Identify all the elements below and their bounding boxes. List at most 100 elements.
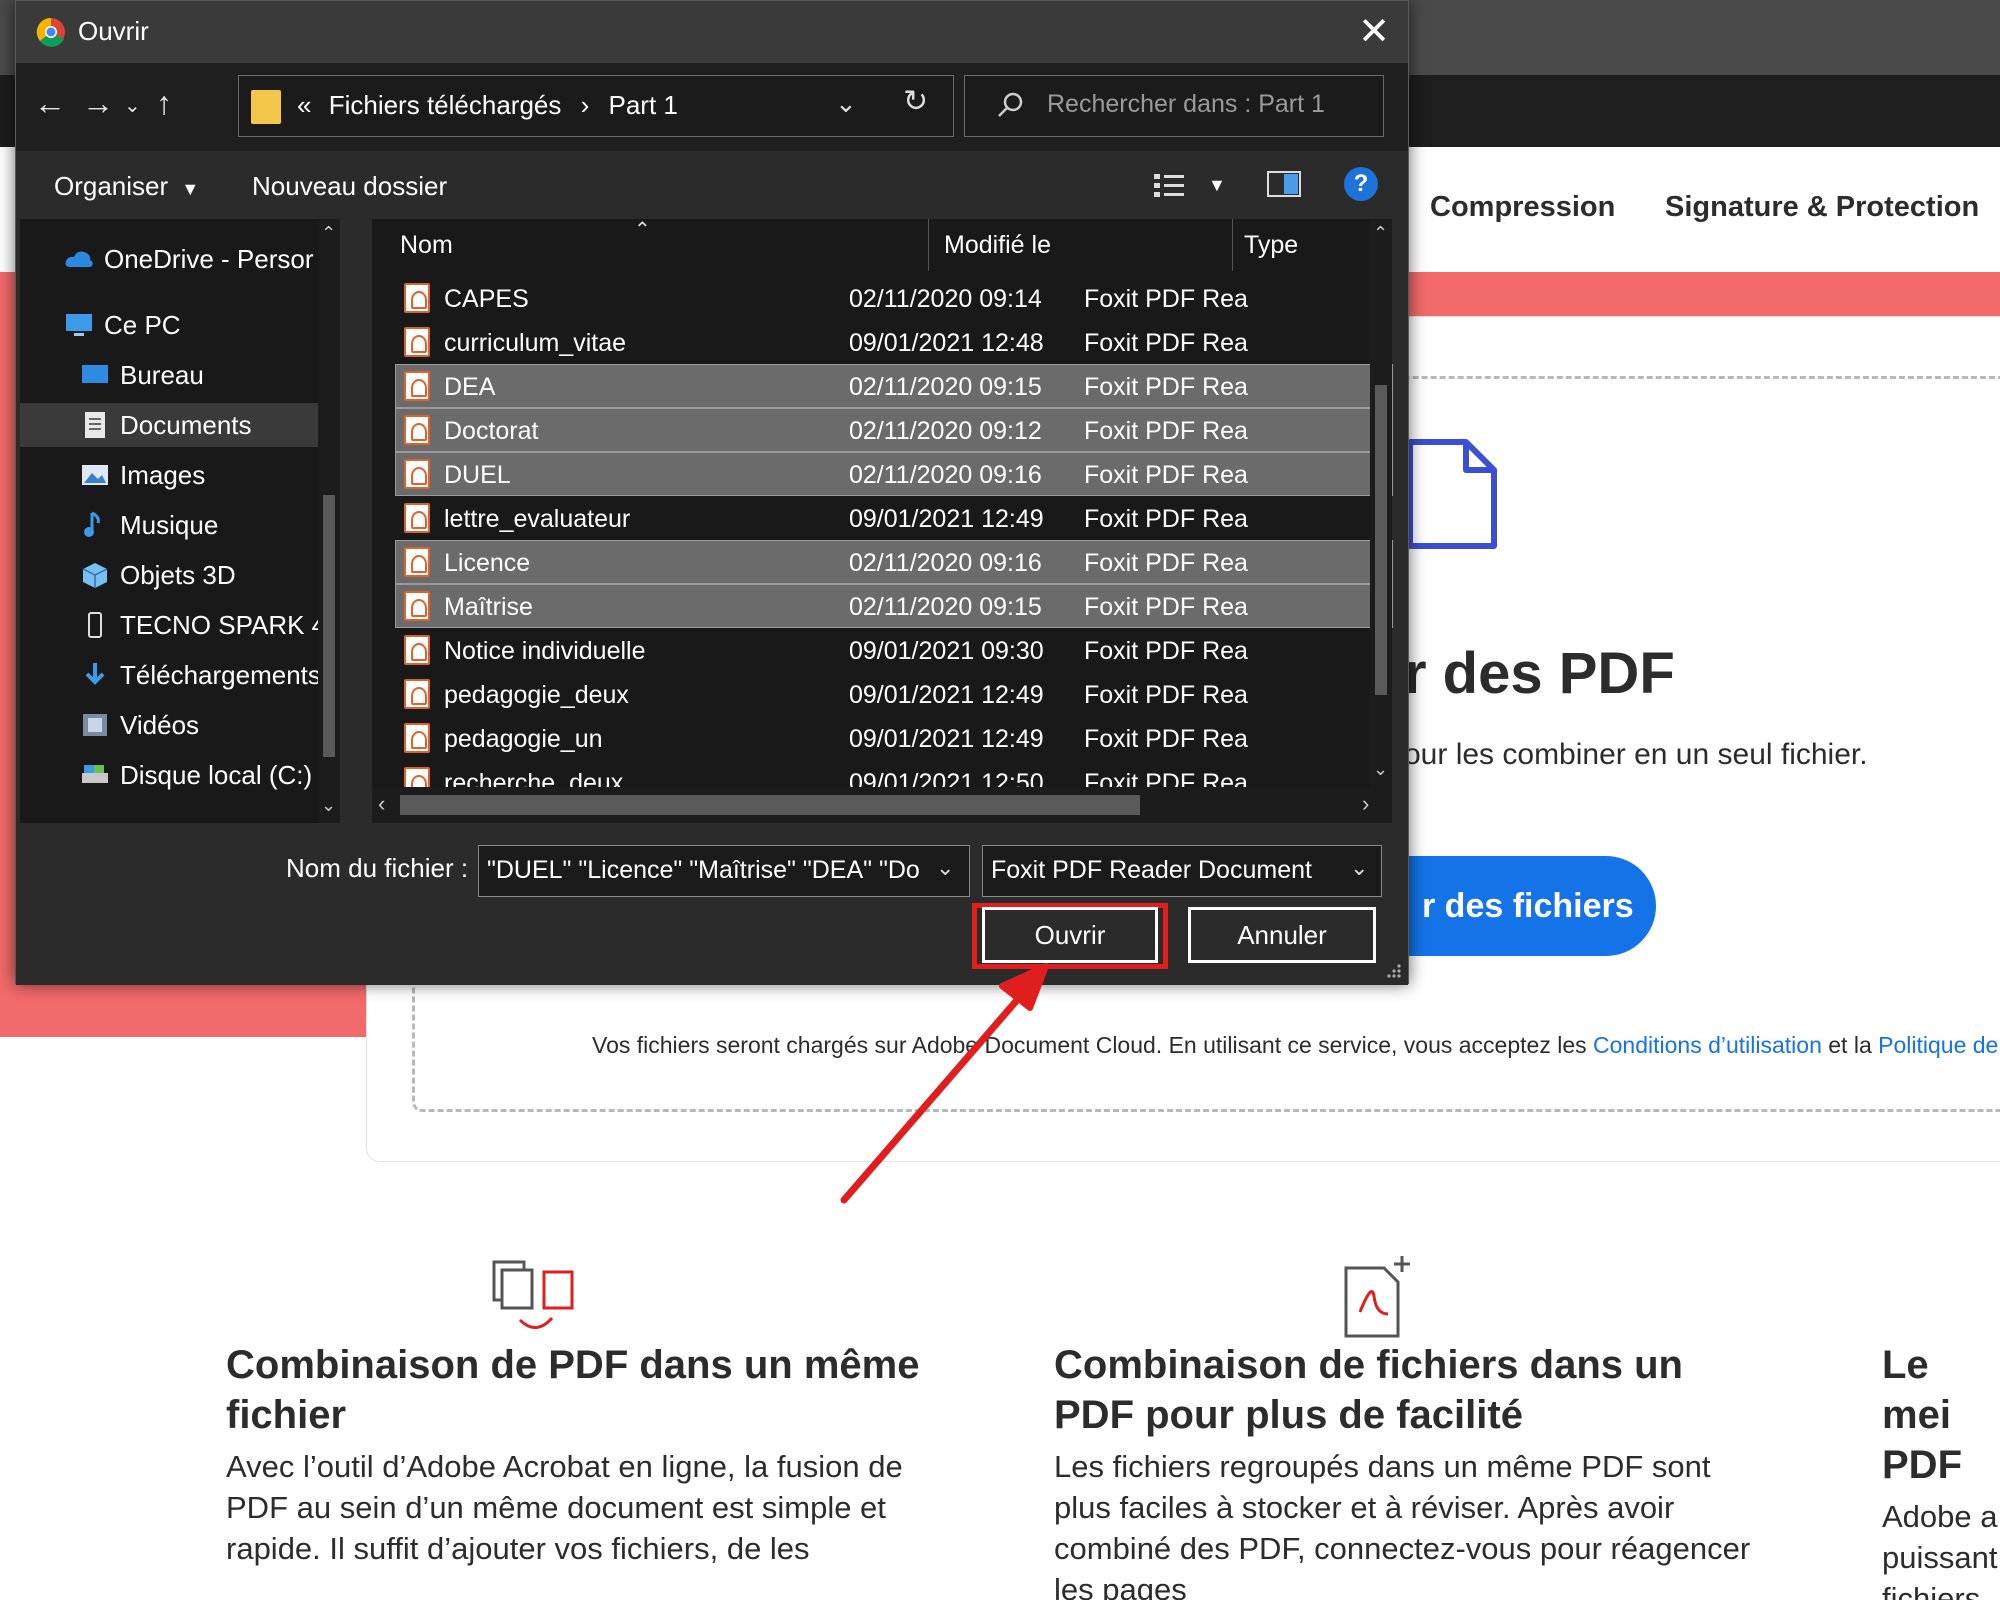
nav-item-music[interactable]: Musique <box>20 503 320 547</box>
nav-item-images[interactable]: Images <box>20 453 320 497</box>
dialog-titlebar[interactable]: Ouvrir ✕ <box>16 1 1408 63</box>
pdf-file-icon <box>404 635 430 665</box>
nav-item-onedrive[interactable]: OneDrive - Persor <box>20 237 320 281</box>
address-dropdown-chevron-icon[interactable]: ⌄ <box>835 88 857 119</box>
recent-locations-chevron-icon[interactable]: ⌄ <box>124 93 141 118</box>
back-arrow-icon[interactable]: ← <box>34 85 66 122</box>
pdf-file-icon <box>404 723 430 753</box>
terms-and: et la <box>1828 1032 1872 1058</box>
pdf-file-icon <box>404 415 430 445</box>
tab-signature-protection[interactable]: Signature & Protection <box>1665 191 1979 224</box>
file-name: Maîtrise <box>444 593 533 621</box>
nav-label: OneDrive - Persor <box>104 244 314 274</box>
file-row[interactable]: DEA 02/11/2020 09:15 Foxit PDF Rea <box>395 364 1393 408</box>
chrome-icon <box>36 17 65 47</box>
scroll-right-icon[interactable]: › <box>1362 791 1369 817</box>
feature-1: Combinaison de PDF dans un même fichier … <box>226 1340 926 1569</box>
up-arrow-icon[interactable]: ↑ <box>156 85 172 122</box>
tab-compression[interactable]: Compression <box>1430 191 1615 224</box>
preview-pane-icon[interactable] <box>1266 169 1302 199</box>
new-folder-button[interactable]: Nouveau dossier <box>252 171 447 202</box>
phone-icon <box>88 612 102 638</box>
file-list-scrollbar[interactable]: ⌃ ⌄ <box>1370 219 1392 787</box>
column-separator[interactable] <box>928 219 929 271</box>
file-type: Foxit PDF Rea <box>1084 417 1248 445</box>
column-header-name[interactable]: Nom <box>400 231 453 260</box>
terms-body: Vos fichiers seront chargés sur Adobe Do… <box>592 1032 1587 1058</box>
filetype-select[interactable]: Foxit PDF Reader Document <box>982 845 1382 897</box>
resize-grip-icon[interactable] <box>1384 961 1402 979</box>
nav-item-tecno-spark[interactable]: TECNO SPARK 4 <box>20 603 320 647</box>
scroll-up-icon[interactable]: ⌃ <box>1373 223 1388 244</box>
help-icon[interactable]: ? <box>1344 167 1378 201</box>
file-list-horizontal-scrollbar[interactable]: ‹ › <box>372 787 1392 823</box>
filetype-chevron-icon[interactable]: ⌄ <box>1350 855 1368 881</box>
forward-arrow-icon[interactable]: → <box>82 85 114 122</box>
organize-menu[interactable]: Organiser ▼ <box>54 171 199 202</box>
file-row[interactable]: CAPES 02/11/2020 09:14 Foxit PDF Rea <box>396 277 1392 319</box>
breadcrumb-downloads[interactable]: Fichiers téléchargés <box>329 90 562 120</box>
privacy-policy-link[interactable]: Politique de co <box>1878 1032 2000 1058</box>
file-name: pedagogie_un <box>444 725 603 753</box>
column-header-modified[interactable]: Modifié le <box>944 231 1051 260</box>
column-separator[interactable] <box>1232 219 1233 271</box>
file-upload-icon <box>1407 439 1497 549</box>
nav-item-local-disk[interactable]: Disque local (C:) <box>20 753 320 797</box>
page-heading: r des PDF <box>1404 641 1675 706</box>
file-row[interactable]: Doctorat 02/11/2020 09:12 Foxit PDF Rea <box>395 408 1393 452</box>
file-row[interactable]: Licence 02/11/2020 09:16 Foxit PDF Rea <box>395 540 1393 584</box>
filename-dropdown-chevron-icon[interactable]: ⌄ <box>936 855 954 881</box>
nav-label: TECNO SPARK 4 <box>120 610 320 640</box>
file-modified: 09/01/2021 12:48 <box>849 329 1044 357</box>
scroll-down-icon[interactable]: ⌄ <box>321 795 336 816</box>
page-subheading: our les combiner en un seul fichier. <box>1404 738 1868 771</box>
file-row[interactable]: curriculum_vitae 09/01/2021 12:48 Foxit PD… <box>396 321 1392 363</box>
column-header-type[interactable]: Type <box>1244 231 1298 260</box>
file-name: curriculum_vitae <box>444 329 627 357</box>
file-modified: 09/01/2021 12:49 <box>849 725 1044 753</box>
pdf-file-icon <box>404 283 430 313</box>
view-dropdown-chevron-icon[interactable]: ▼ <box>1208 175 1226 196</box>
refresh-icon[interactable]: ↻ <box>903 84 928 119</box>
file-row[interactable]: DUEL 02/11/2020 09:16 Foxit PDF Rea <box>395 452 1393 496</box>
file-row[interactable]: pedagogie_un 09/01/2021 12:49 Foxit PDF Re… <box>396 717 1392 759</box>
nav-item-videos[interactable]: Vidéos <box>20 703 320 747</box>
cancel-button[interactable]: Annuler <box>1188 907 1376 963</box>
nav-item-desktop[interactable]: Bureau <box>20 353 320 397</box>
close-icon[interactable]: ✕ <box>1358 9 1390 54</box>
nav-item-3d-objects[interactable]: Objets 3D <box>20 553 320 597</box>
file-name: pedagogie_deux <box>444 681 629 709</box>
nav-item-documents[interactable]: Documents <box>20 403 320 447</box>
file-row[interactable]: Notice individuelle 09/01/2021 09:30 Foxit… <box>396 629 1392 671</box>
open-button[interactable]: Ouvrir <box>982 907 1158 963</box>
file-row[interactable]: Maîtrise 02/11/2020 09:15 Foxit PDF Rea <box>395 584 1393 628</box>
terms-of-use-link[interactable]: Conditions d’utilisation <box>1593 1032 1822 1058</box>
feature-3-text: Adobe a puissant fichiers e <box>1882 1499 1998 1600</box>
file-name: lettre_evaluateur <box>444 505 631 533</box>
breadcrumb-separator[interactable]: › <box>581 90 590 120</box>
address-bar[interactable]: « Fichiers téléchargés › Part 1 ⌄ ↻ <box>238 75 954 137</box>
scroll-up-icon[interactable]: ⌃ <box>321 223 336 244</box>
breadcrumb-part1[interactable]: Part 1 <box>609 90 678 120</box>
file-row[interactable]: pedagogie_deux 09/01/2021 12:49 Foxit PDF … <box>396 673 1392 715</box>
pdf-file-icon <box>404 547 430 577</box>
organize-chevron-icon: ▼ <box>181 179 200 199</box>
horizontal-scroll-thumb[interactable] <box>400 795 1140 815</box>
file-row[interactable]: lettre_evaluateur 09/01/2021 12:49 Foxit P… <box>396 497 1392 539</box>
view-options-icon[interactable] <box>1152 171 1188 199</box>
scroll-left-icon[interactable]: ‹ <box>378 791 385 817</box>
filename-input[interactable]: "DUEL" "Licence" "Maîtrise" "DEA" "Do <box>478 845 970 897</box>
file-type: Foxit PDF Rea <box>1084 725 1248 753</box>
scroll-down-icon[interactable]: ⌄ <box>1373 759 1388 780</box>
file-modified: 09/01/2021 12:49 <box>849 505 1044 533</box>
search-input[interactable]: Rechercher dans : Part 1 <box>964 75 1384 137</box>
nav-label: Documents <box>120 410 252 440</box>
nav-item-this-pc[interactable]: Ce PC <box>20 303 320 347</box>
nav-item-downloads[interactable]: Téléchargements <box>20 653 320 697</box>
desktop-icon <box>82 365 108 383</box>
file-scroll-thumb[interactable] <box>1375 385 1387 695</box>
nav-pane-scrollbar[interactable]: ⌃ ⌄ <box>318 219 340 823</box>
breadcrumb-overflow[interactable]: « <box>297 90 311 120</box>
file-type: Foxit PDF Rea <box>1084 461 1248 489</box>
nav-scroll-thumb[interactable] <box>323 495 335 757</box>
